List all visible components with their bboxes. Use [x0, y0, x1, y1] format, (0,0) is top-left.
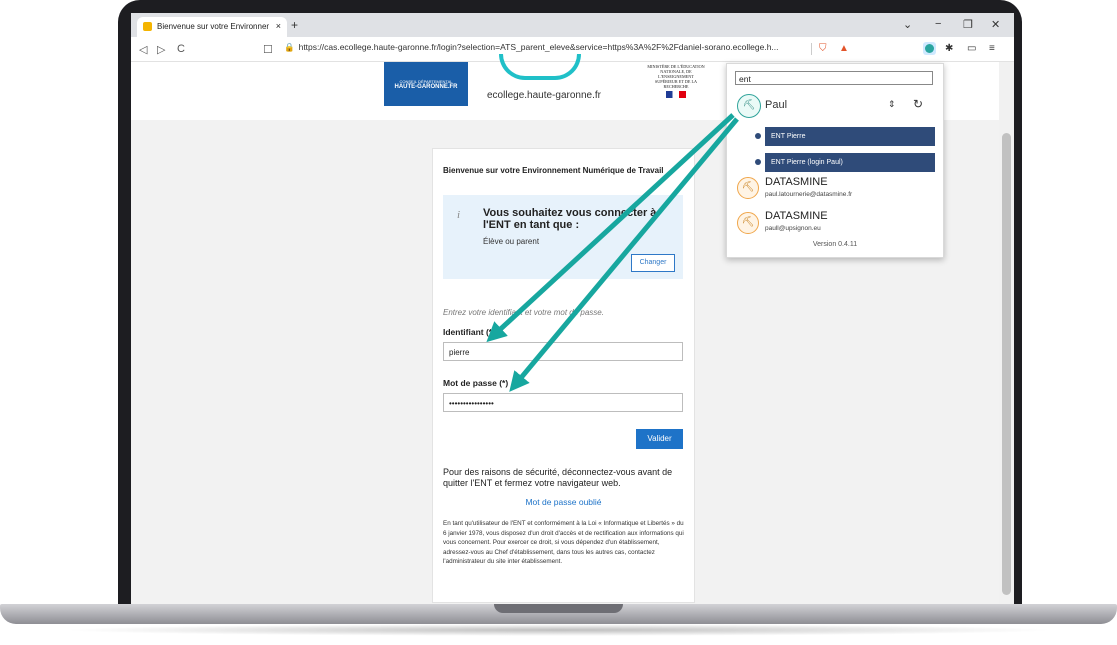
- laptop-base-notch: [494, 604, 623, 613]
- arrow-to-username: [486, 113, 735, 343]
- arrow-to-password: [509, 117, 739, 392]
- laptop-screen: Bienvenue sur votre Environneme × + ⌄ − …: [131, 13, 1014, 604]
- laptop-shadow: [60, 624, 1057, 636]
- annotation-arrows: [486, 113, 739, 392]
